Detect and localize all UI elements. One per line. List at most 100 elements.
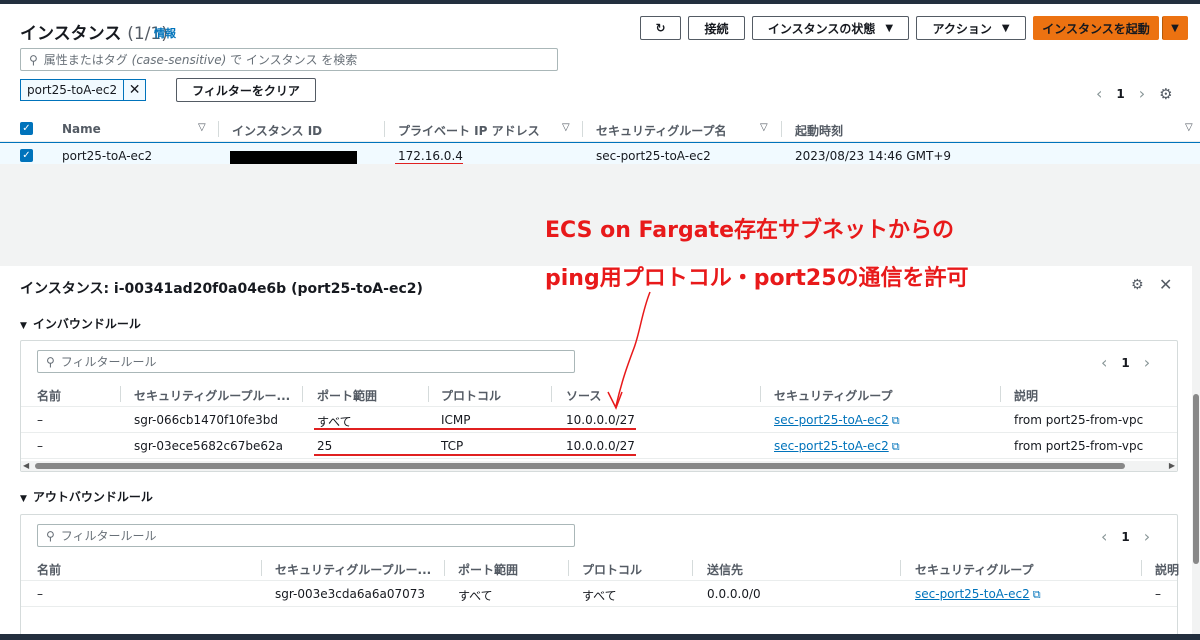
column-header-instance-id[interactable]: インスタンス ID xyxy=(232,122,322,139)
column-header-private-ip[interactable]: プライベート IP アドレス xyxy=(398,122,540,139)
column-header[interactable]: セキュリティグループ xyxy=(915,561,1034,578)
refresh-icon: ↻ xyxy=(655,21,666,35)
scroll-right-icon[interactable]: ▶ xyxy=(1169,461,1175,470)
sg-link-text[interactable]: sec-port25-toA-ec2 xyxy=(774,439,889,453)
rule-description: from port25-from-vpc xyxy=(1014,439,1144,453)
scroll-left-icon[interactable]: ◀ xyxy=(23,461,29,470)
caret-down-icon: ▼ xyxy=(20,321,27,331)
next-page-icon[interactable]: › xyxy=(1144,527,1150,546)
details-title: インスタンス: i-00341ad20f0a04e6b (port25-toA-… xyxy=(20,281,423,297)
actions-button[interactable]: アクション ▼ xyxy=(916,16,1026,40)
column-divider[interactable] xyxy=(692,560,693,576)
sg-link-text[interactable]: sec-port25-toA-ec2 xyxy=(915,587,1030,601)
column-divider[interactable] xyxy=(384,121,385,137)
rule-name: – xyxy=(37,439,43,453)
rule-name: – xyxy=(37,413,43,427)
sg-link[interactable]: sec-port25-toA-ec2 ⧉ xyxy=(774,413,900,428)
column-header[interactable]: セキュリティグループ xyxy=(774,387,893,404)
column-header-sg-name[interactable]: セキュリティグループ名 xyxy=(596,122,727,139)
port-range: 25 xyxy=(317,439,333,453)
column-divider[interactable] xyxy=(781,121,782,137)
prev-page-icon[interactable]: ‹ xyxy=(1101,353,1107,372)
column-header[interactable]: 説明 xyxy=(1155,561,1179,578)
caret-down-icon: ▼ xyxy=(20,494,27,504)
sort-icon[interactable]: ▽ xyxy=(760,122,768,133)
sg-link[interactable]: sec-port25-toA-ec2 ⧉ xyxy=(915,587,1041,602)
protocol: すべて xyxy=(582,589,617,603)
select-all-checkbox[interactable]: ✓ xyxy=(20,122,33,135)
column-header[interactable]: プロトコル xyxy=(582,561,642,578)
gear-icon[interactable]: ⚙ xyxy=(1159,85,1172,103)
column-divider[interactable] xyxy=(261,560,262,576)
vertical-scrollbar[interactable] xyxy=(1192,266,1200,640)
column-header-name[interactable]: Name xyxy=(62,122,101,136)
column-header[interactable]: セキュリティグループルー... xyxy=(134,387,290,404)
instance-state-button[interactable]: インスタンスの状態 ▼ xyxy=(752,16,909,40)
column-divider[interactable] xyxy=(428,386,429,402)
private-ip: 172.16.0.4 xyxy=(398,149,463,163)
annotation-arrow xyxy=(607,291,651,410)
protocol: ICMP xyxy=(441,413,471,427)
column-divider[interactable] xyxy=(1000,386,1001,402)
column-header[interactable]: ポート範囲 xyxy=(317,387,377,404)
column-header[interactable]: 名前 xyxy=(37,561,61,578)
instance-search-input[interactable]: ⚲ 属性またはタグ (case-sensitive) で インスタンス を検索 xyxy=(20,48,558,71)
inbound-rules-toggle[interactable]: ▼ インバウンドルール xyxy=(20,315,141,332)
launch-dropdown-button[interactable]: ▼ xyxy=(1162,16,1188,40)
column-divider[interactable] xyxy=(120,386,121,402)
sg-link-text[interactable]: sec-port25-toA-ec2 xyxy=(774,413,889,427)
remove-filter-icon[interactable]: ✕ xyxy=(123,80,145,100)
search-placeholder: 属性またはタグ (case-sensitive) で インスタンス を検索 xyxy=(43,53,358,67)
column-divider[interactable] xyxy=(444,560,445,576)
arrow-head xyxy=(607,391,623,410)
annotation-line-1: ECS on Fargate存在サブネットからの xyxy=(545,218,954,243)
prev-page-icon[interactable]: ‹ xyxy=(1096,84,1102,103)
row-checkbox[interactable]: ✓ xyxy=(20,149,33,162)
column-divider[interactable] xyxy=(1141,560,1142,576)
prev-page-icon[interactable]: ‹ xyxy=(1101,527,1107,546)
column-header[interactable]: 説明 xyxy=(1014,387,1038,404)
source: 10.0.0.0/27 xyxy=(566,439,635,453)
page-number[interactable]: 1 xyxy=(1121,356,1129,370)
column-header-launch-time[interactable]: 起動時刻 xyxy=(795,122,843,139)
launch-instance-button[interactable]: インスタンスを起動 xyxy=(1033,16,1159,40)
page-number[interactable]: 1 xyxy=(1116,87,1124,101)
sort-icon[interactable]: ▽ xyxy=(1185,122,1193,133)
info-link[interactable]: 情報 xyxy=(154,25,176,41)
column-header[interactable]: ポート範囲 xyxy=(458,561,518,578)
table-row: – sgr-003e3cda6a6a07073 すべて すべて 0.0.0.0/… xyxy=(21,581,1177,607)
pagination: ‹ 1 › xyxy=(1101,353,1150,372)
red-underline xyxy=(314,428,636,430)
gear-icon[interactable]: ⚙ xyxy=(1131,277,1144,293)
sg-link[interactable]: sec-port25-toA-ec2 ⧉ xyxy=(774,439,900,454)
outbound-rules-card: ⚲ フィルタールール ‹ 1 › 名前 セキュリティグループルー... ポート範… xyxy=(20,514,1179,640)
column-divider[interactable] xyxy=(568,560,569,576)
column-divider[interactable] xyxy=(900,560,901,576)
column-divider[interactable] xyxy=(551,386,552,402)
column-divider[interactable] xyxy=(760,386,761,402)
column-divider[interactable] xyxy=(302,386,303,402)
next-page-icon[interactable]: › xyxy=(1139,84,1145,103)
column-header[interactable]: セキュリティグループルー... xyxy=(275,561,431,578)
column-header[interactable]: 送信先 xyxy=(707,561,743,578)
column-header[interactable]: プロトコル xyxy=(441,387,501,404)
horizontal-scrollbar[interactable]: ◀ ▶ xyxy=(21,461,1177,471)
column-divider[interactable] xyxy=(218,121,219,137)
next-page-icon[interactable]: › xyxy=(1144,353,1150,372)
clear-filters-button[interactable]: フィルターをクリア xyxy=(176,78,316,102)
sort-icon[interactable]: ▽ xyxy=(198,122,206,133)
close-icon[interactable]: ✕ xyxy=(1159,275,1172,294)
outbound-filter-input[interactable]: ⚲ フィルタールール xyxy=(37,524,575,547)
sg-name: sec-port25-toA-ec2 xyxy=(596,149,711,163)
page-number[interactable]: 1 xyxy=(1121,530,1129,544)
scrollbar-thumb[interactable] xyxy=(35,463,1125,469)
instance-name: port25-toA-ec2 xyxy=(62,149,153,163)
refresh-button[interactable]: ↻ xyxy=(640,16,681,40)
column-header[interactable]: 名前 xyxy=(37,387,61,404)
connect-button[interactable]: 接続 xyxy=(688,16,745,40)
scrollbar-thumb[interactable] xyxy=(1193,394,1199,564)
outbound-rules-toggle[interactable]: ▼ アウトバウンドルール xyxy=(20,488,153,505)
inbound-filter-input[interactable]: ⚲ フィルタールール xyxy=(37,350,575,373)
column-divider[interactable] xyxy=(582,121,583,137)
sort-icon[interactable]: ▽ xyxy=(562,122,570,133)
